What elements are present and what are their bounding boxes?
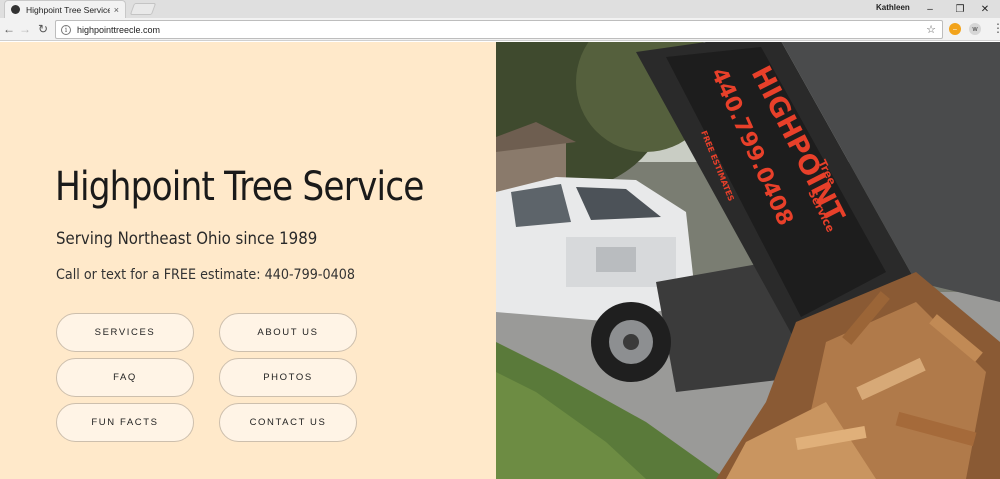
minimize-icon[interactable]: –: [915, 0, 945, 18]
browser-tab[interactable]: Highpoint Tree Service - ×: [4, 0, 126, 18]
faq-button[interactable]: FAQ: [56, 358, 194, 397]
page-title: Highpoint Tree Service: [55, 164, 424, 210]
estimate-text: Call or text for a FREE estimate: 440-79…: [56, 267, 355, 283]
contact-us-button[interactable]: CONTACT US: [219, 403, 357, 442]
new-tab-button[interactable]: [129, 3, 157, 15]
extension-orange-icon[interactable]: –: [949, 23, 961, 35]
tab-close-icon[interactable]: ×: [114, 5, 119, 15]
profile-name[interactable]: Kathleen: [876, 3, 910, 12]
web-page: Highpoint Tree Service Serving Northeast…: [0, 42, 1000, 479]
site-favicon-icon: [11, 5, 20, 14]
truck-photo: HIGHPOINT 440.799.0408 FREE ESTIMATES Tr…: [496, 42, 1000, 479]
close-window-icon[interactable]: ✕: [970, 0, 1000, 18]
hero-panel: Highpoint Tree Service Serving Northeast…: [0, 42, 496, 479]
about-us-button[interactable]: ABOUT US: [219, 313, 357, 352]
services-button[interactable]: SERVICES: [56, 313, 194, 352]
tagline: Serving Northeast Ohio since 1989: [56, 229, 318, 249]
browser-toolbar: ← → ↻ i highpointtreecle.com ☆ – w ⋮: [0, 18, 1000, 41]
reload-icon[interactable]: ↻: [36, 22, 50, 36]
tab-strip: Highpoint Tree Service - × Kathleen – ❐ …: [0, 0, 1000, 18]
tab-title: Highpoint Tree Service -: [26, 4, 110, 15]
browser-menu-icon[interactable]: ⋮: [992, 22, 1000, 34]
fun-facts-button[interactable]: FUN FACTS: [56, 403, 194, 442]
site-info-icon[interactable]: i: [61, 24, 71, 35]
forward-icon[interactable]: →: [18, 22, 32, 36]
back-icon[interactable]: ←: [2, 22, 16, 36]
extension-w-icon[interactable]: w: [969, 23, 981, 35]
url-text[interactable]: highpointtreecle.com: [77, 25, 160, 35]
address-bar[interactable]: i highpointtreecle.com ☆: [55, 20, 943, 39]
bookmark-star-icon[interactable]: ☆: [926, 23, 936, 36]
photos-button[interactable]: PHOTOS: [219, 358, 357, 397]
